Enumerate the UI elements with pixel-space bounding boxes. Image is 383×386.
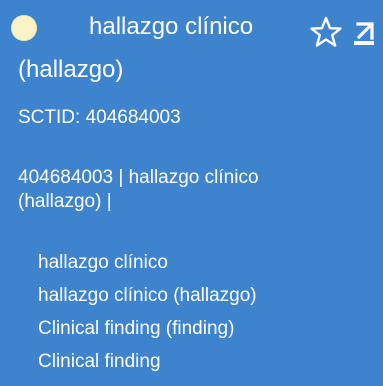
description-item: Clinical finding (finding) [38, 318, 235, 339]
concept-title-semantic-tag: (hallazgo) [18, 56, 124, 83]
export-button[interactable] [352, 21, 376, 47]
fsn-line-2: (hallazgo) | [18, 191, 112, 212]
description-item: Clinical finding [38, 351, 161, 372]
favorite-button[interactable] [309, 15, 343, 49]
description-item: hallazgo clínico [38, 252, 168, 273]
sctid-label: SCTID: 404684003 [18, 107, 181, 128]
export-arrow-icon [354, 22, 374, 45]
descriptions-list: hallazgo clínico hallazgo clínico (halla… [38, 250, 257, 382]
description-item: hallazgo clínico (hallazgo) [38, 285, 257, 306]
fully-specified-name: 404684003 | hallazgo clínico (hallazgo) … [18, 166, 318, 214]
concept-details-panel: hallazgo clínico (hallazgo) SCTID: 40468… [0, 0, 383, 386]
fsn-line-1: 404684003 | hallazgo clínico [18, 167, 259, 188]
concept-title: hallazgo clínico [89, 13, 254, 40]
definition-status-indicator [11, 15, 37, 41]
star-outline-icon [310, 16, 342, 47]
